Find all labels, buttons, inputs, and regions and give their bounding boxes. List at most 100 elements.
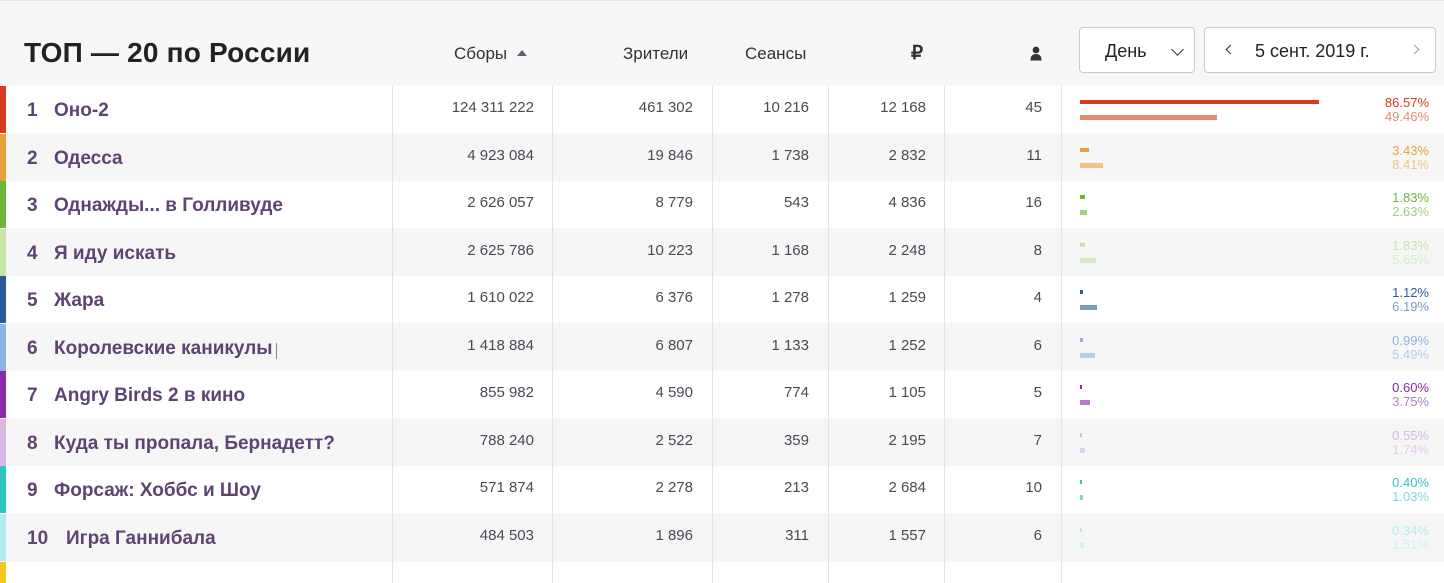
- cell-people: 6: [1033, 337, 1042, 354]
- cell-average-ticket: 1 557: [888, 527, 926, 544]
- share-bar-primary: [1080, 528, 1082, 532]
- cell-people: 11: [1026, 147, 1042, 164]
- table-row[interactable]: 3 Однажды... в Голливуде 2 626 057 8 779 543…: [0, 181, 1444, 228]
- movie-title-link[interactable]: Жара: [54, 290, 104, 312]
- column-header-zriteli[interactable]: Зрители: [623, 44, 688, 64]
- cell-zriteli: 6 376: [655, 289, 693, 306]
- row-rank: 10: [27, 528, 49, 549]
- share-percent-secondary: 3.75%: [1392, 394, 1429, 409]
- movie-title-link[interactable]: Angry Birds 2 в кино: [54, 385, 245, 407]
- person-icon[interactable]: [1030, 46, 1042, 61]
- share-percent-secondary: 6.19%: [1392, 299, 1429, 314]
- share-bar-primary: [1080, 148, 1089, 152]
- movie-title-link[interactable]: Я иду искать: [54, 243, 176, 265]
- share-percent-primary: 1.83%: [1392, 238, 1429, 253]
- row-color-stripe: [0, 514, 6, 561]
- column-header-seansy[interactable]: Сеансы: [745, 44, 806, 64]
- cell-zriteli: 1 896: [655, 527, 693, 544]
- share-bar-secondary: [1080, 400, 1090, 405]
- row-rank: 1: [27, 100, 38, 121]
- share-bars: [1080, 528, 1380, 552]
- chevron-down-icon: [1171, 43, 1184, 56]
- movie-title-link[interactable]: Оно-2: [54, 100, 109, 122]
- movie-title-link[interactable]: Королевские каникулы: [54, 338, 273, 360]
- row-color-stripe: [0, 276, 6, 323]
- cell-sbory: 2 626 057: [467, 194, 534, 211]
- table-row[interactable]: 6 Королевские каникулы 1 418 884 6 807 1 133…: [0, 324, 1444, 371]
- table-row[interactable]: 9 Форсаж: Хоббс и Шоу 571 874 2 278 213 2 684…: [0, 466, 1444, 513]
- partial-row-11: [0, 562, 1444, 583]
- cell-seansy: 1 133: [771, 337, 809, 354]
- column-header-sbory[interactable]: Сборы: [454, 44, 528, 64]
- row-rank: 2: [27, 148, 38, 169]
- share-bars: [1080, 480, 1380, 504]
- cell-average-ticket: 1 259: [888, 289, 926, 306]
- movie-title-link[interactable]: Игра Ганнибала: [66, 528, 216, 550]
- previous-date-button[interactable]: [1221, 40, 1241, 60]
- text-cursor: [276, 343, 277, 359]
- share-percent-primary: 3.43%: [1392, 143, 1429, 158]
- table-row[interactable]: 2 Одесса 4 923 084 19 846 1 738 2 832 11 3.43% 8…: [0, 134, 1444, 181]
- share-percent-secondary: 1.03%: [1392, 489, 1429, 504]
- period-select[interactable]: День: [1079, 27, 1195, 73]
- share-bars: [1080, 433, 1380, 457]
- row-color-stripe: [0, 229, 6, 276]
- cell-sbory: 2 625 786: [467, 242, 534, 259]
- row-rank: 3: [27, 195, 38, 216]
- column-header-ruble[interactable]: ₽: [911, 42, 923, 65]
- table-header: ТОП — 20 по России Сборы Зрители Сеансы …: [0, 1, 1444, 86]
- share-bar-secondary: [1080, 258, 1096, 263]
- movie-title-link[interactable]: Форсаж: Хоббс и Шоу: [54, 480, 261, 502]
- cell-people: 4: [1033, 289, 1042, 306]
- column-divider: [828, 86, 829, 583]
- cell-sbory: 571 874: [479, 479, 534, 496]
- table-row[interactable]: 10 Игра Ганнибала 484 503 1 896 311 1 557 6 0.3…: [0, 514, 1444, 561]
- row-rank: 7: [27, 385, 38, 406]
- column-divider: [1061, 86, 1062, 583]
- cell-average-ticket: 2 195: [888, 432, 926, 449]
- movie-title-link[interactable]: Одесса: [54, 148, 123, 170]
- table-row[interactable]: 7 Angry Birds 2 в кино 855 982 4 590 774 1 10…: [0, 371, 1444, 418]
- next-date-button[interactable]: [1407, 40, 1427, 60]
- cell-sbory: 1 418 884: [467, 337, 534, 354]
- cell-sbory: 4 923 084: [467, 147, 534, 164]
- cell-seansy: 543: [783, 194, 809, 211]
- row-rank: 8: [27, 433, 38, 454]
- cell-people: 6: [1033, 527, 1042, 544]
- sort-ascending-icon: [517, 50, 528, 56]
- cell-average-ticket: 1 105: [888, 384, 926, 401]
- row-rank: 9: [27, 480, 38, 501]
- page-title: ТОП — 20 по России: [24, 37, 311, 68]
- cell-seansy: 1 168: [771, 242, 809, 259]
- cell-seansy: 10 216: [763, 99, 809, 116]
- cell-people: 10: [1025, 479, 1042, 496]
- share-percent-primary: 0.99%: [1392, 333, 1429, 348]
- share-bars: [1080, 195, 1380, 219]
- share-bar-primary: [1080, 385, 1082, 389]
- table-row[interactable]: 4 Я иду искать 2 625 786 10 223 1 168 2 248 8 1…: [0, 229, 1444, 276]
- share-bar-secondary: [1080, 448, 1085, 453]
- date-picker[interactable]: 5 сент. 2019 г.: [1204, 27, 1436, 73]
- cell-sbory: 788 240: [479, 432, 534, 449]
- movie-title-link[interactable]: Куда ты пропала, Бернадетт?: [54, 433, 335, 455]
- cell-people: 5: [1033, 384, 1042, 401]
- table-row[interactable]: 8 Куда ты пропала, Бернадетт? 788 240 2 522…: [0, 419, 1444, 466]
- column-divider: [944, 86, 945, 583]
- cell-seansy: 1 278: [771, 289, 809, 306]
- share-bar-primary: [1080, 290, 1083, 294]
- row-rank: 6: [27, 338, 38, 359]
- cell-people: 8: [1033, 242, 1042, 259]
- share-bars: [1080, 243, 1380, 267]
- table-row[interactable]: 1 Оно-2 124 311 222 461 302 10 216 12 168 45 86…: [0, 86, 1444, 133]
- column-divider: [552, 86, 553, 583]
- share-bar-primary: [1080, 480, 1082, 484]
- period-select-value: День: [1105, 41, 1147, 61]
- cell-sbory: 855 982: [479, 384, 534, 401]
- row-color-stripe: [0, 181, 6, 228]
- cell-sbory: 484 503: [479, 527, 534, 544]
- cell-seansy: 774: [783, 384, 809, 401]
- movie-title-link[interactable]: Однажды... в Голливуде: [54, 195, 283, 217]
- share-percent-secondary: 1.74%: [1392, 442, 1429, 457]
- table-row[interactable]: 5 Жара 1 610 022 6 376 1 278 1 259 4 1.12% 6.19%: [0, 276, 1444, 323]
- share-percent-primary: 0.40%: [1392, 475, 1429, 490]
